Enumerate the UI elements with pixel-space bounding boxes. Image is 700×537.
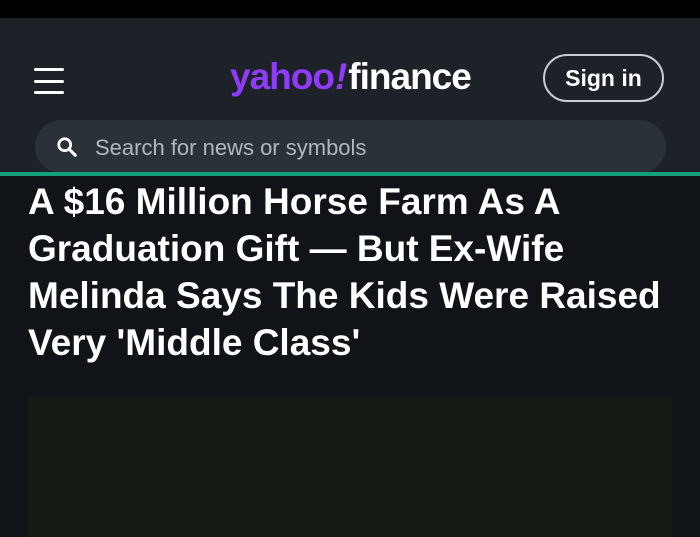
logo-product: finance (348, 56, 472, 97)
logo-brand: yahoo (230, 56, 335, 97)
accent-divider (0, 172, 700, 176)
search-bar[interactable] (35, 120, 666, 175)
menu-line (34, 79, 64, 83)
hamburger-menu-icon[interactable] (34, 66, 68, 96)
menu-line (34, 68, 64, 71)
search-input[interactable] (93, 120, 657, 175)
sign-in-button[interactable]: Sign in (543, 54, 664, 102)
logo-bang: ! (334, 56, 347, 97)
yahoo-finance-logo[interactable]: yahoo! finance (230, 56, 472, 102)
menu-line (34, 91, 64, 94)
search-icon (57, 137, 77, 157)
article-image-placeholder (28, 397, 672, 537)
article-headline: A $16 Million Horse Farm As A Graduation… (28, 181, 661, 363)
status-bar (0, 0, 700, 18)
app-header: yahoo! finance Sign in (0, 18, 700, 175)
